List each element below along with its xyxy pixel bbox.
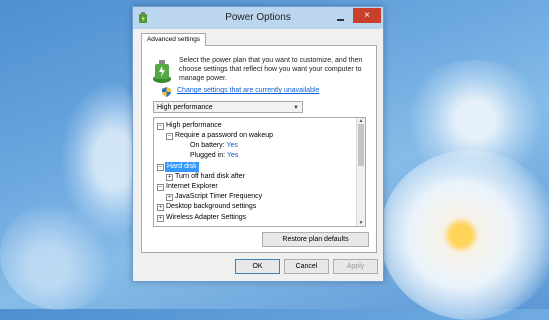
scrollbar-thumb[interactable] (358, 124, 364, 166)
power-plan-select-value: High performance (157, 104, 213, 111)
on-battery-value[interactable]: Yes (226, 142, 237, 149)
power-plan-icon (153, 60, 171, 83)
plugged-in-value[interactable]: Yes (227, 152, 238, 159)
collapse-icon[interactable]: − (157, 164, 164, 171)
minimize-button[interactable] (334, 11, 348, 23)
expand-icon[interactable]: + (157, 215, 164, 222)
expand-icon[interactable]: + (157, 204, 164, 211)
shield-icon (162, 87, 171, 97)
close-button[interactable]: × (353, 8, 381, 23)
tree-item-on-battery[interactable]: On battery: Yes (190, 141, 238, 151)
wallpaper-flower (400, 60, 549, 180)
collapse-icon[interactable]: − (157, 123, 164, 130)
restore-plan-defaults-button[interactable]: Restore plan defaults (262, 232, 369, 247)
settings-tree[interactable]: − High performance − Require a password … (153, 117, 366, 227)
collapse-icon[interactable]: − (157, 184, 164, 191)
chevron-down-icon: ▼ (293, 105, 299, 111)
expand-icon[interactable]: + (166, 194, 173, 201)
ok-button[interactable]: OK (235, 259, 280, 274)
tree-scrollbar[interactable]: ▲ ▼ (356, 118, 365, 226)
wallpaper-flower (0, 200, 120, 310)
collapse-icon[interactable]: − (166, 133, 173, 140)
title-bar[interactable]: Power Options × (133, 7, 383, 29)
intro-text: Select the power plan that you want to c… (179, 57, 363, 82)
cancel-button[interactable]: Cancel (284, 259, 329, 274)
settings-panel: Select the power plan that you want to c… (141, 45, 377, 253)
tree-item-plugged-in[interactable]: Plugged in: Yes (190, 151, 238, 161)
apply-button[interactable]: Apply (333, 259, 378, 274)
tab-advanced-settings[interactable]: Advanced settings (141, 33, 206, 46)
power-plan-select[interactable]: High performance ▼ (153, 101, 303, 113)
expand-icon[interactable]: + (166, 174, 173, 181)
scroll-down-icon[interactable]: ▼ (357, 220, 365, 226)
change-settings-link[interactable]: Change settings that are currently unava… (177, 87, 319, 94)
power-options-dialog: Power Options × Advanced settings Select… (132, 6, 384, 282)
